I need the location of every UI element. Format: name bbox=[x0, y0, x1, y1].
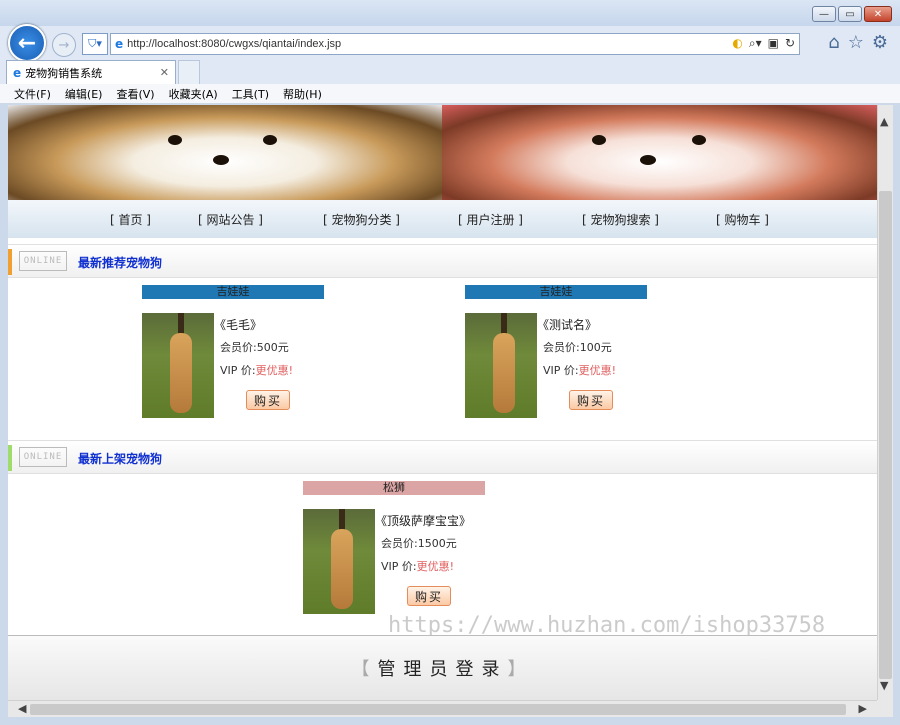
product-price: 会员价:1500元 bbox=[381, 535, 457, 551]
favorites-star-icon[interactable]: ☆ bbox=[848, 32, 864, 53]
price-value: 500元 bbox=[256, 341, 289, 354]
minimize-button[interactable]: — bbox=[812, 6, 836, 22]
product-card: 吉娃娃 《毛毛》 会员价:500元 VIP 价:更优惠! 购买 bbox=[142, 285, 324, 418]
url-host: http://localhost: bbox=[127, 38, 202, 50]
scroll-left-icon[interactable]: ◀ bbox=[18, 702, 26, 715]
maximize-button[interactable]: ▭ bbox=[838, 6, 862, 22]
product-price: 会员价:500元 bbox=[220, 339, 289, 355]
product-vip: VIP 价:更优惠! bbox=[381, 558, 454, 574]
section-header-recommended: ONLINE 最新推荐宠物狗 bbox=[8, 244, 877, 278]
close-window-button[interactable]: ✕ bbox=[864, 6, 892, 22]
buy-button[interactable]: 购买 bbox=[407, 586, 451, 606]
tab-active[interactable]: e 宠物狗销售系统 ✕ bbox=[6, 60, 176, 84]
scroll-right-icon[interactable]: ▶ bbox=[859, 702, 867, 715]
buy-button[interactable]: 购买 bbox=[246, 390, 290, 410]
price-label: 会员价: bbox=[220, 341, 257, 354]
banner-dog-image-right bbox=[442, 105, 877, 200]
close-tab-icon[interactable]: ✕ bbox=[160, 66, 169, 79]
forward-button[interactable]: → bbox=[52, 33, 76, 57]
product-category: 松狮 bbox=[303, 481, 485, 495]
online-logo: ONLINE bbox=[19, 251, 67, 271]
scrollbar-corner bbox=[877, 700, 893, 717]
vip-value: 更优惠! bbox=[255, 364, 294, 377]
refresh-icon[interactable]: ↻ bbox=[785, 36, 795, 51]
section-header-new: ONLINE 最新上架宠物狗 bbox=[8, 440, 877, 474]
product-category: 吉娃娃 bbox=[142, 285, 324, 299]
url-path: 8080/cwgxs/qiantai/index.jsp bbox=[201, 38, 342, 50]
product-name[interactable]: 《毛毛》 bbox=[214, 316, 262, 333]
section-title: 最新上架宠物狗 bbox=[78, 452, 163, 466]
compatibility-icon[interactable]: ◐ bbox=[732, 36, 742, 51]
product-name[interactable]: 《测试名》 bbox=[537, 316, 597, 333]
menu-bar: 文件(F) 编辑(E) 查看(V) 收藏夹(A) 工具(T) 帮助(H) bbox=[0, 84, 900, 104]
vip-value: 更优惠! bbox=[416, 560, 455, 573]
tab-bar: e 宠物狗销售系统 ✕ bbox=[0, 60, 900, 84]
menu-tools[interactable]: 工具(T) bbox=[232, 86, 269, 102]
nav-register[interactable]: [ 用户注册 ] bbox=[458, 211, 523, 228]
scroll-down-icon[interactable]: ▼ bbox=[880, 679, 888, 692]
page-viewport: [ 首页 ] [ 网站公告 ] [ 宠物狗分类 ] [ 用户注册 ] [ 宠物狗… bbox=[8, 105, 877, 700]
search-icon[interactable]: ⌕▾ bbox=[749, 36, 762, 51]
vip-label: VIP 价: bbox=[220, 364, 256, 377]
admin-login-link[interactable]: 管理员登录 bbox=[378, 655, 508, 681]
bracket-right: 】 bbox=[507, 659, 534, 680]
section-title: 最新推荐宠物狗 bbox=[78, 256, 163, 270]
menu-edit[interactable]: 编辑(E) bbox=[65, 86, 103, 102]
product-photo[interactable] bbox=[142, 313, 214, 418]
bracket-left: 【 bbox=[351, 659, 378, 680]
vip-label: VIP 价: bbox=[381, 560, 417, 573]
online-logo: ONLINE bbox=[19, 447, 67, 467]
vertical-scrollbar[interactable]: ▲ ▼ bbox=[877, 105, 893, 700]
price-value: 100元 bbox=[579, 341, 612, 354]
window-titlebar: — ▭ ✕ bbox=[0, 0, 900, 26]
nav-search[interactable]: [ 宠物狗搜索 ] bbox=[582, 211, 659, 228]
banner-dog-image-left bbox=[8, 105, 442, 200]
nav-announcements[interactable]: [ 网站公告 ] bbox=[198, 211, 263, 228]
site-banner bbox=[8, 105, 877, 200]
address-bar[interactable]: e http://localhost: 8080/cwgxs/qiantai/in… bbox=[110, 33, 800, 55]
product-card: 松狮 《顶级萨摩宝宝》 会员价:1500元 VIP 价:更优惠! 购买 bbox=[303, 481, 485, 614]
price-value: 1500元 bbox=[417, 537, 457, 550]
scroll-up-icon[interactable]: ▲ bbox=[880, 115, 888, 128]
nav-cart[interactable]: [ 购物车 ] bbox=[716, 211, 769, 228]
menu-favorites[interactable]: 收藏夹(A) bbox=[169, 86, 218, 102]
gear-icon[interactable]: ⚙ bbox=[872, 32, 888, 53]
admin-login-footer[interactable]: 【 管理员登录 】 bbox=[8, 635, 877, 700]
menu-view[interactable]: 查看(V) bbox=[116, 86, 154, 102]
menu-help[interactable]: 帮助(H) bbox=[283, 86, 322, 102]
back-button[interactable]: ← bbox=[8, 24, 46, 62]
vertical-scroll-thumb[interactable] bbox=[879, 191, 892, 679]
nav-categories[interactable]: [ 宠物狗分类 ] bbox=[323, 211, 400, 228]
buy-button[interactable]: 购买 bbox=[569, 390, 613, 410]
nav-home[interactable]: [ 首页 ] bbox=[110, 211, 151, 228]
feed-icon[interactable]: ▣ bbox=[768, 36, 779, 51]
product-vip: VIP 价:更优惠! bbox=[220, 362, 293, 378]
product-photo[interactable] bbox=[465, 313, 537, 418]
product-category: 吉娃娃 bbox=[465, 285, 647, 299]
vip-label: VIP 价: bbox=[543, 364, 579, 377]
ie-icon: e bbox=[115, 37, 124, 51]
product-price: 会员价:100元 bbox=[543, 339, 612, 355]
product-name[interactable]: 《顶级萨摩宝宝》 bbox=[375, 512, 471, 529]
shield-icon[interactable]: ⛉▾ bbox=[82, 33, 108, 55]
home-icon[interactable]: ⌂ bbox=[828, 32, 839, 53]
product-vip: VIP 价:更优惠! bbox=[543, 362, 616, 378]
menu-file[interactable]: 文件(F) bbox=[14, 86, 51, 102]
price-label: 会员价: bbox=[381, 537, 418, 550]
window-bottom-frame bbox=[0, 717, 900, 725]
new-tab-button[interactable] bbox=[178, 60, 200, 84]
horizontal-scrollbar[interactable]: ◀ ▶ bbox=[8, 700, 893, 717]
tab-title: 宠物狗销售系统 bbox=[25, 66, 103, 80]
product-card: 吉娃娃 《测试名》 会员价:100元 VIP 价:更优惠! 购买 bbox=[465, 285, 647, 418]
site-nav: [ 首页 ] [ 网站公告 ] [ 宠物狗分类 ] [ 用户注册 ] [ 宠物狗… bbox=[8, 200, 877, 238]
ie-tab-icon: e bbox=[13, 65, 22, 80]
product-photo[interactable] bbox=[303, 509, 375, 614]
horizontal-scroll-thumb[interactable] bbox=[30, 704, 846, 715]
vip-value: 更优惠! bbox=[578, 364, 617, 377]
price-label: 会员价: bbox=[543, 341, 580, 354]
